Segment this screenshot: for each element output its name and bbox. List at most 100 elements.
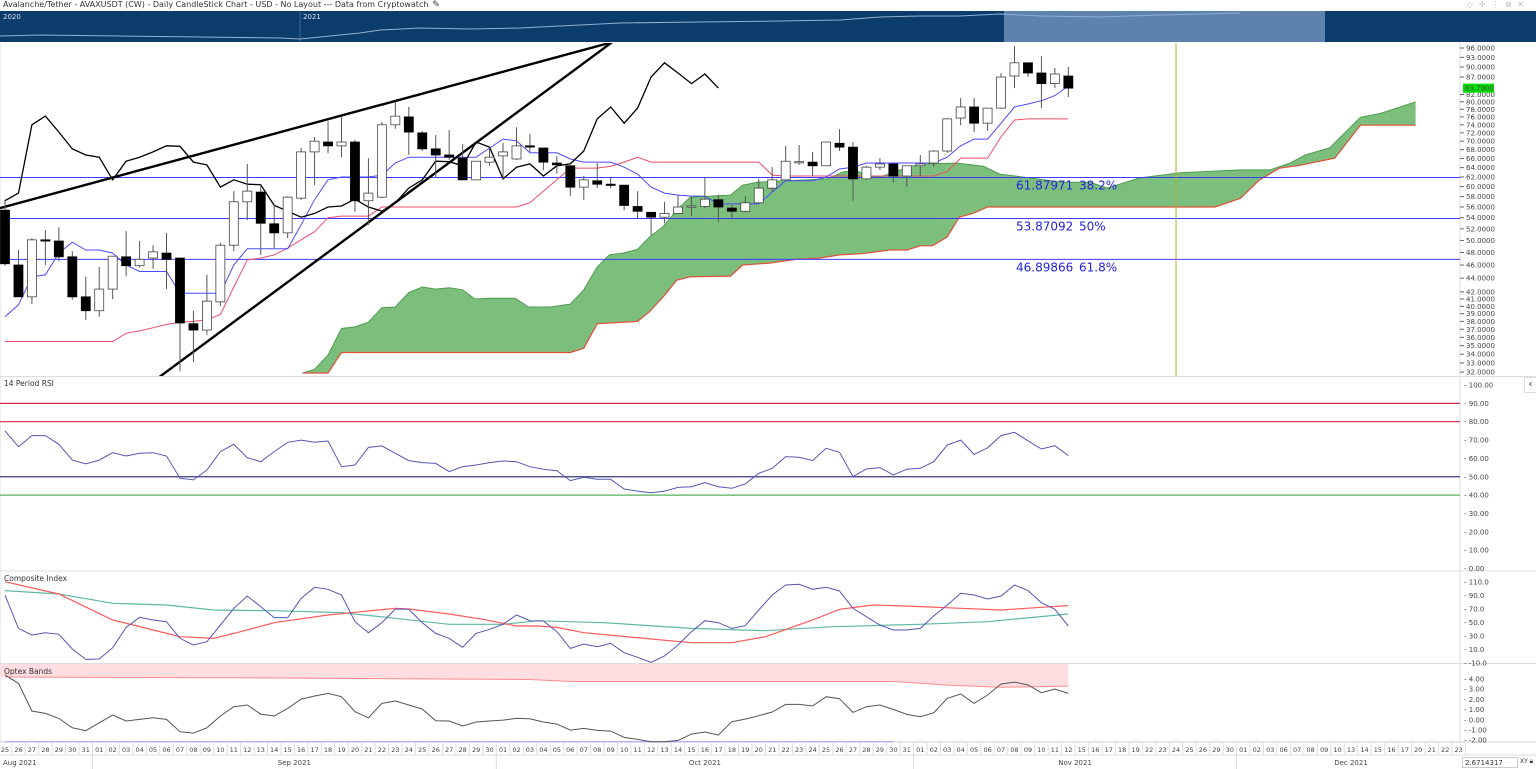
- day-label: 12: [1064, 746, 1072, 754]
- rsi-panel[interactable]: 14 Period RSI - 100.00 - 90.00 - 80.00 - 70…: [0, 379, 1493, 573]
- day-label: 25: [1, 746, 9, 754]
- candle: [619, 184, 630, 211]
- fib-price-label: 61.87971: [1016, 179, 1073, 193]
- candle-body: [1049, 73, 1060, 84]
- edit-pencil-icon[interactable]: ✎: [432, 0, 440, 10]
- candle-body: [861, 166, 872, 180]
- candle-body: [848, 146, 858, 180]
- candle: [982, 107, 993, 131]
- candle-body: [780, 160, 791, 181]
- copy-icon[interactable]: ⧉: [1506, 0, 1518, 9]
- candle-body: [403, 116, 414, 133]
- chart-canvas[interactable]: 2020 2021 61.87971 38.2%53.87092 50%46.898…: [0, 0, 1536, 769]
- candle-body: [390, 115, 401, 126]
- price-tick-label: 70.0000: [1466, 138, 1495, 146]
- candle: [565, 165, 576, 197]
- candle-body: [161, 252, 172, 260]
- day-label: 03: [122, 746, 130, 754]
- month-label: Aug 2021: [3, 759, 37, 767]
- day-label: 11: [1051, 746, 1059, 754]
- day-label: 22: [378, 746, 386, 754]
- composite-index-panel[interactable]: Composite Index - 110.0 - 90.0 - 70.0 - 50.…: [4, 574, 1489, 668]
- candle: [1036, 56, 1047, 109]
- optex-bands-panel[interactable]: - 4.00 - 3.00 - 2.00 - 1.00 - 0.00 - -1.00 - -…: [0, 664, 1487, 745]
- candle-body: [700, 198, 710, 207]
- candle: [551, 155, 562, 174]
- day-label: 02: [512, 746, 520, 754]
- day-label: 07: [997, 746, 1005, 754]
- day-label: 30: [889, 746, 897, 754]
- day-label: 20: [755, 746, 763, 754]
- day-label: 16: [1387, 746, 1395, 754]
- rsi-tick-label: - 10.00: [1464, 547, 1489, 555]
- candle-body: [94, 288, 105, 312]
- day-label: 06: [983, 746, 991, 754]
- day-label: 25: [418, 746, 426, 754]
- candle: [390, 102, 401, 129]
- day-label: 29: [55, 746, 63, 754]
- readout-mode[interactable]: XY 🔒︎: [1520, 758, 1533, 766]
- candle-body: [269, 223, 280, 234]
- candle-body: [121, 256, 132, 267]
- current-price-label: 83.7900: [1465, 85, 1494, 93]
- optex-line: [4, 674, 1069, 743]
- composite-index-line: [4, 583, 1069, 663]
- candle-body: [551, 162, 562, 166]
- rsi-tick-label: - 20.00: [1464, 528, 1489, 536]
- candle: [242, 163, 253, 220]
- fib-percent-label: 61.8%: [1079, 260, 1117, 274]
- candle-body: [565, 165, 576, 188]
- price-tick-label: 66.0000: [1466, 155, 1495, 163]
- day-label: 10: [620, 746, 628, 754]
- candle-body: [134, 258, 145, 267]
- candle: [376, 122, 387, 199]
- candle-body: [484, 156, 495, 163]
- price-tick-label: 37.0000: [1466, 326, 1495, 334]
- day-label: 30: [1226, 746, 1234, 754]
- candle-body: [0, 209, 10, 265]
- optex-tick-label: - 4.00: [1464, 676, 1484, 684]
- candle: [861, 165, 872, 180]
- day-label: 22: [1145, 746, 1153, 754]
- collapse-panel-button[interactable]: ‹: [1524, 377, 1536, 393]
- day-label: 09: [203, 746, 211, 754]
- price-tick-label: 35.0000: [1466, 342, 1495, 350]
- candle: [578, 176, 589, 200]
- pin-icon[interactable]: ✢: [1479, 0, 1492, 9]
- candle-body: [821, 141, 831, 167]
- candle: [53, 227, 64, 262]
- day-label: 02: [109, 746, 117, 754]
- candle-body: [511, 145, 522, 160]
- close-icon[interactable]: ✕: [1517, 0, 1530, 9]
- price-chart[interactable]: [0, 42, 1460, 377]
- day-label: 21: [364, 746, 372, 754]
- month-label: Nov 2021: [1058, 759, 1092, 767]
- fib-price-label: 46.89866: [1016, 260, 1073, 274]
- xy-label: XY: [1520, 758, 1528, 765]
- day-label: 13: [1347, 746, 1355, 754]
- day-label: 24: [405, 746, 413, 754]
- fib-price-label: 53.87092: [1016, 219, 1073, 233]
- lock-icon[interactable]: 🔒︎: [1530, 758, 1533, 765]
- candle-body: [632, 206, 643, 212]
- candle: [592, 163, 603, 189]
- price-tick-label: 33.0000: [1466, 360, 1495, 368]
- date-axis[interactable]: 25 26 27 28 29 30 31 01 02 03 04 05 06 07 08 09 10 11 12 13…: [0, 743, 1536, 769]
- candle-body: [444, 154, 455, 158]
- candle-body: [323, 141, 333, 147]
- candle-body: [605, 183, 616, 186]
- day-label: 24: [808, 746, 816, 754]
- optex-tick-label: - 1.00: [1464, 706, 1484, 714]
- fib-percent-label: 50%: [1079, 219, 1106, 233]
- candle-body: [767, 179, 778, 189]
- day-label: 12: [243, 746, 251, 754]
- candle-body: [659, 212, 670, 218]
- composite-tick-label: - 70.0: [1464, 606, 1484, 614]
- candle-body: [148, 251, 158, 259]
- candle: [538, 147, 549, 170]
- navigator-window[interactable]: [1004, 11, 1325, 42]
- candle-body: [228, 201, 239, 246]
- diamond-icon[interactable]: ◇: [1467, 0, 1479, 9]
- rsi-panel-title: 14 Period RSI: [4, 379, 54, 388]
- navigator[interactable]: 2020 2021: [0, 11, 1536, 42]
